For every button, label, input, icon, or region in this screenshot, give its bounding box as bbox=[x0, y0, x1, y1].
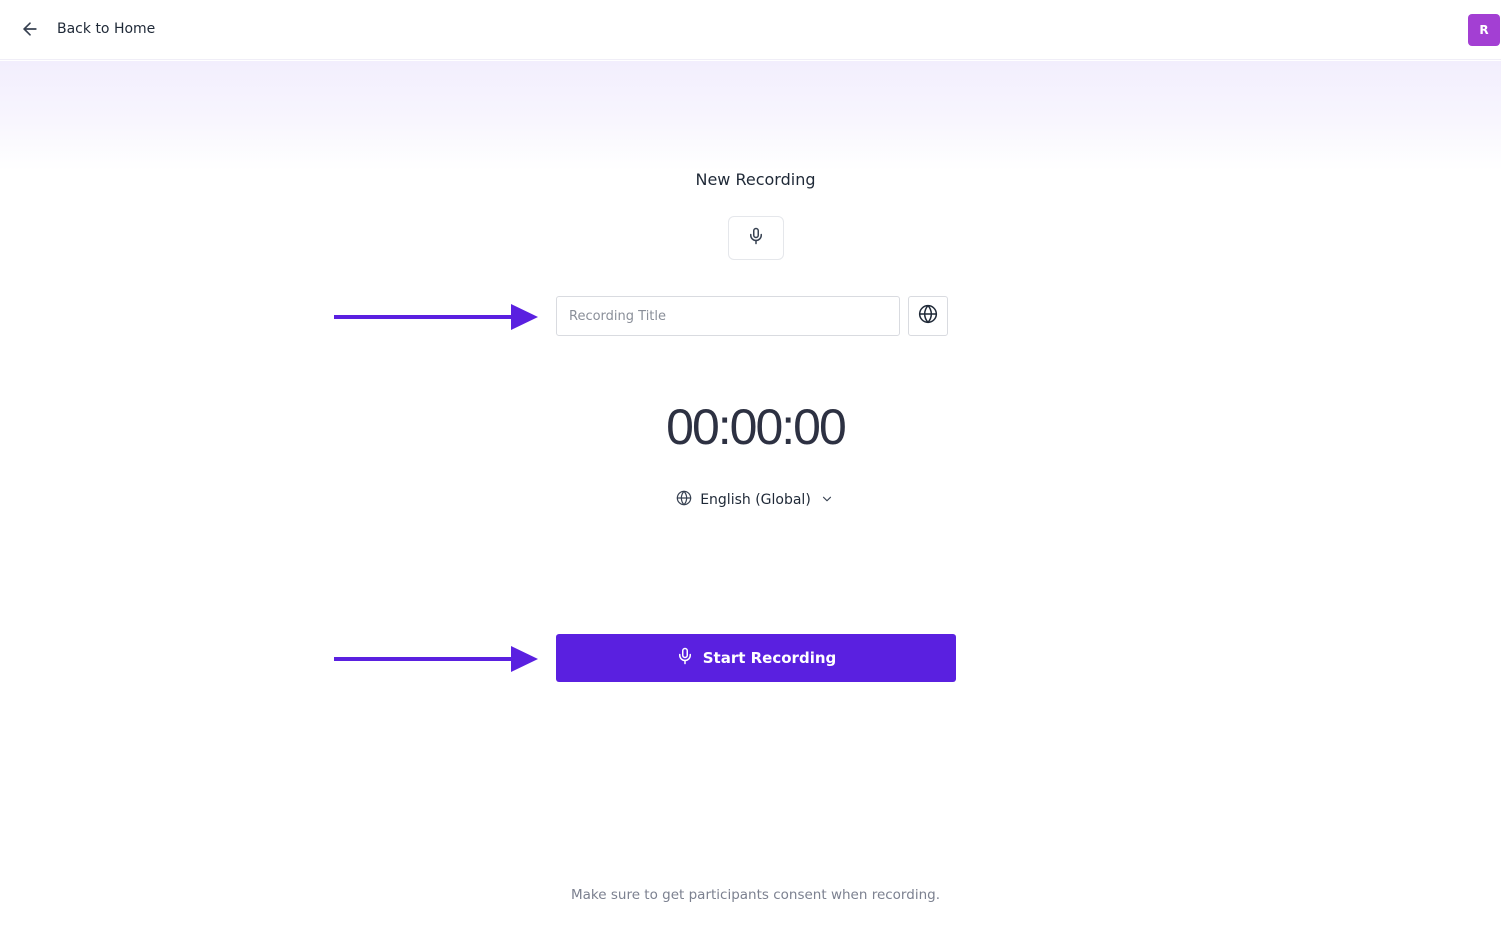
page-title: New Recording bbox=[695, 170, 816, 189]
language-globe-button[interactable] bbox=[908, 296, 948, 336]
start-recording-button[interactable]: Start Recording bbox=[556, 634, 956, 682]
annotation-arrow-right bbox=[334, 304, 538, 330]
annotation-arrow-right bbox=[334, 646, 538, 672]
recording-title-input[interactable] bbox=[556, 296, 900, 336]
hero-gradient bbox=[0, 61, 1501, 171]
top-bar: Back to Home R bbox=[0, 0, 1501, 60]
start-recording-label: Start Recording bbox=[702, 649, 837, 667]
globe-icon bbox=[918, 304, 938, 328]
user-avatar[interactable]: R bbox=[1468, 14, 1500, 46]
language-selector[interactable]: English (Global) bbox=[674, 487, 836, 513]
recording-page: Back to Home R New Recording 00:00:00 bbox=[0, 0, 1501, 936]
microphone-icon bbox=[747, 227, 765, 249]
microphone-icon bbox=[676, 647, 694, 669]
consent-notice: Make sure to get participants consent wh… bbox=[571, 887, 940, 903]
arrow-left-icon bbox=[20, 19, 40, 39]
chevron-down-icon bbox=[820, 491, 834, 510]
microphone-source-button[interactable] bbox=[728, 216, 784, 260]
back-to-home-link[interactable]: Back to Home bbox=[20, 17, 155, 41]
recording-timer: 00:00:00 bbox=[666, 399, 847, 455]
language-selected-label: English (Global) bbox=[700, 492, 811, 508]
back-to-home-label: Back to Home bbox=[57, 21, 156, 37]
globe-icon bbox=[676, 490, 692, 510]
